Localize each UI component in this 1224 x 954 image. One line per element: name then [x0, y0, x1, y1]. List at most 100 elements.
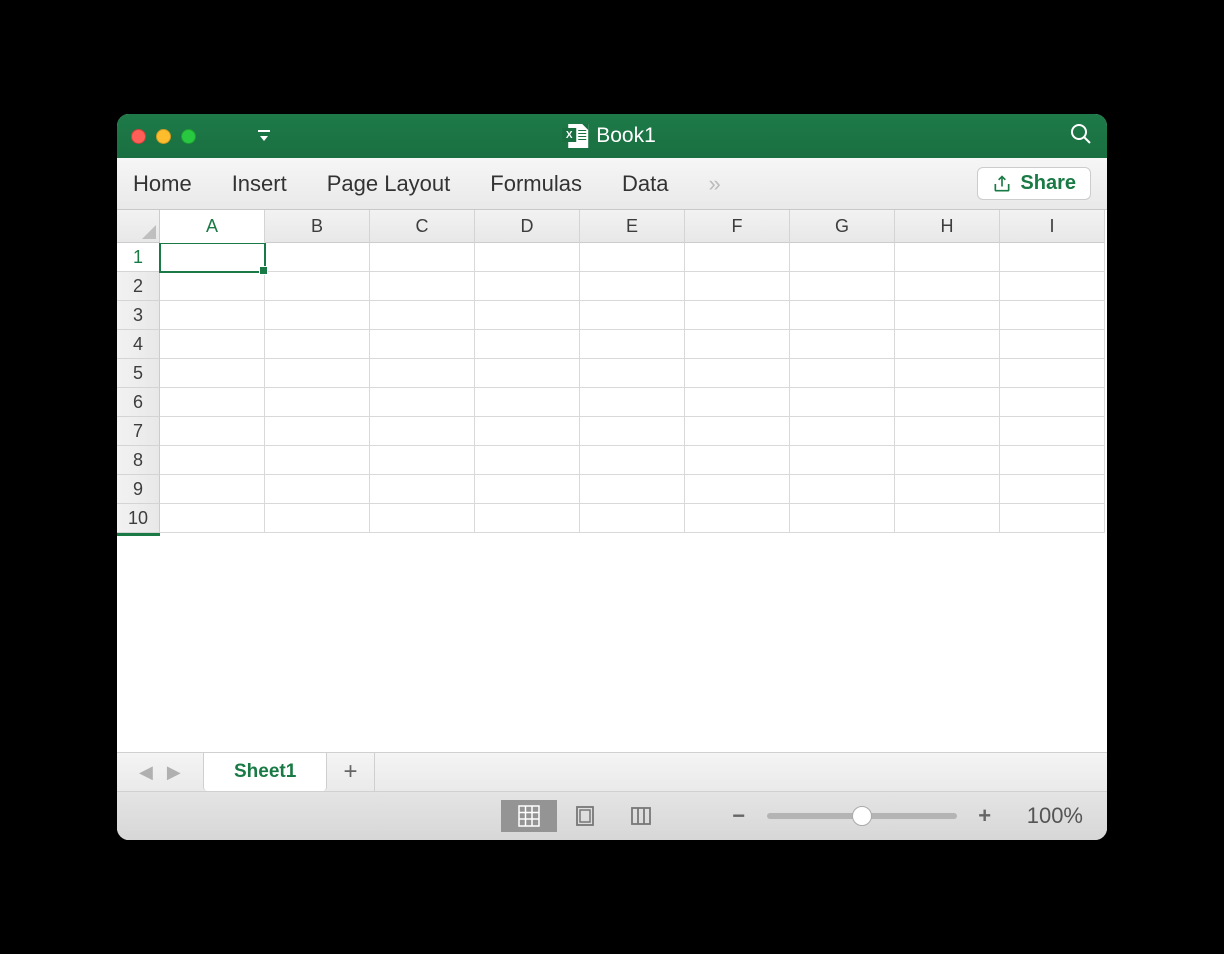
column-header[interactable]: G: [790, 210, 895, 243]
cell[interactable]: [895, 330, 1000, 359]
cell[interactable]: [790, 243, 895, 272]
cell[interactable]: [580, 359, 685, 388]
column-header[interactable]: A: [160, 210, 265, 243]
cell[interactable]: [580, 272, 685, 301]
cell[interactable]: [475, 243, 580, 272]
cell[interactable]: [895, 504, 1000, 533]
minimize-window-button[interactable]: [156, 129, 171, 144]
cell[interactable]: [895, 359, 1000, 388]
cell[interactable]: [265, 272, 370, 301]
cell[interactable]: [370, 446, 475, 475]
row-header[interactable]: 6: [117, 388, 160, 417]
cell[interactable]: [685, 475, 790, 504]
cell[interactable]: [370, 475, 475, 504]
cell[interactable]: [160, 504, 265, 533]
maximize-window-button[interactable]: [181, 129, 196, 144]
cell[interactable]: [475, 272, 580, 301]
cell[interactable]: [1000, 243, 1105, 272]
close-window-button[interactable]: [131, 129, 146, 144]
cell[interactable]: [685, 301, 790, 330]
cell[interactable]: [265, 504, 370, 533]
page-layout-view-button[interactable]: [557, 800, 613, 832]
zoom-in-button[interactable]: +: [975, 803, 995, 829]
tab-data[interactable]: Data: [622, 171, 668, 197]
cell[interactable]: [265, 446, 370, 475]
cell[interactable]: [685, 504, 790, 533]
cell[interactable]: [580, 504, 685, 533]
cell[interactable]: [370, 243, 475, 272]
quick-access-dropdown[interactable]: [256, 129, 272, 143]
cell[interactable]: [475, 330, 580, 359]
tab-home[interactable]: Home: [133, 171, 192, 197]
cell[interactable]: [580, 243, 685, 272]
cell[interactable]: [790, 272, 895, 301]
row-header[interactable]: 9: [117, 475, 160, 504]
row-header[interactable]: 5: [117, 359, 160, 388]
cell[interactable]: [790, 504, 895, 533]
cell[interactable]: [265, 330, 370, 359]
cell[interactable]: [685, 446, 790, 475]
cell[interactable]: [685, 388, 790, 417]
tab-page-layout[interactable]: Page Layout: [327, 171, 451, 197]
zoom-slider[interactable]: [767, 813, 957, 819]
cell[interactable]: [1000, 301, 1105, 330]
cell[interactable]: [370, 417, 475, 446]
select-all-corner[interactable]: [117, 210, 160, 243]
row-header[interactable]: 4: [117, 330, 160, 359]
row-header[interactable]: 10: [117, 504, 160, 533]
cell[interactable]: [790, 417, 895, 446]
cell[interactable]: [370, 272, 475, 301]
cell[interactable]: [475, 388, 580, 417]
grid-body[interactable]: 12345678910: [117, 243, 1107, 752]
cell[interactable]: [475, 446, 580, 475]
new-sheet-button[interactable]: +: [327, 753, 375, 791]
cell[interactable]: [160, 446, 265, 475]
normal-view-button[interactable]: [501, 800, 557, 832]
cell[interactable]: [895, 388, 1000, 417]
sheet-tab-active[interactable]: Sheet1: [203, 753, 327, 791]
cell[interactable]: [790, 475, 895, 504]
cell[interactable]: [475, 417, 580, 446]
cell[interactable]: [160, 243, 265, 272]
cell[interactable]: [160, 417, 265, 446]
cell[interactable]: [370, 301, 475, 330]
cell[interactable]: [1000, 446, 1105, 475]
column-header[interactable]: I: [1000, 210, 1105, 243]
cell[interactable]: [265, 301, 370, 330]
row-header[interactable]: 7: [117, 417, 160, 446]
cell[interactable]: [895, 446, 1000, 475]
cell[interactable]: [475, 475, 580, 504]
share-button[interactable]: Share: [977, 167, 1091, 200]
page-break-view-button[interactable]: [613, 800, 669, 832]
row-header[interactable]: 2: [117, 272, 160, 301]
cell[interactable]: [790, 359, 895, 388]
cell[interactable]: [580, 330, 685, 359]
cell[interactable]: [160, 359, 265, 388]
cell[interactable]: [685, 417, 790, 446]
cell[interactable]: [265, 475, 370, 504]
cell[interactable]: [160, 301, 265, 330]
row-header[interactable]: 1: [117, 243, 160, 272]
cell[interactable]: [580, 446, 685, 475]
search-button[interactable]: [1069, 122, 1093, 151]
more-tabs-icon[interactable]: »: [708, 171, 722, 197]
sheet-next-icon[interactable]: ▶: [167, 762, 181, 783]
cell[interactable]: [895, 243, 1000, 272]
cell[interactable]: [580, 301, 685, 330]
cell[interactable]: [1000, 417, 1105, 446]
cell[interactable]: [160, 475, 265, 504]
cell[interactable]: [580, 417, 685, 446]
cell[interactable]: [265, 359, 370, 388]
cell[interactable]: [370, 388, 475, 417]
column-header[interactable]: H: [895, 210, 1000, 243]
column-header[interactable]: E: [580, 210, 685, 243]
sheet-prev-icon[interactable]: ◀: [139, 762, 153, 783]
cell[interactable]: [160, 388, 265, 417]
cell[interactable]: [370, 504, 475, 533]
cell[interactable]: [265, 243, 370, 272]
cell[interactable]: [895, 475, 1000, 504]
cell[interactable]: [1000, 504, 1105, 533]
row-header[interactable]: 8: [117, 446, 160, 475]
cell[interactable]: [790, 388, 895, 417]
cell[interactable]: [1000, 359, 1105, 388]
